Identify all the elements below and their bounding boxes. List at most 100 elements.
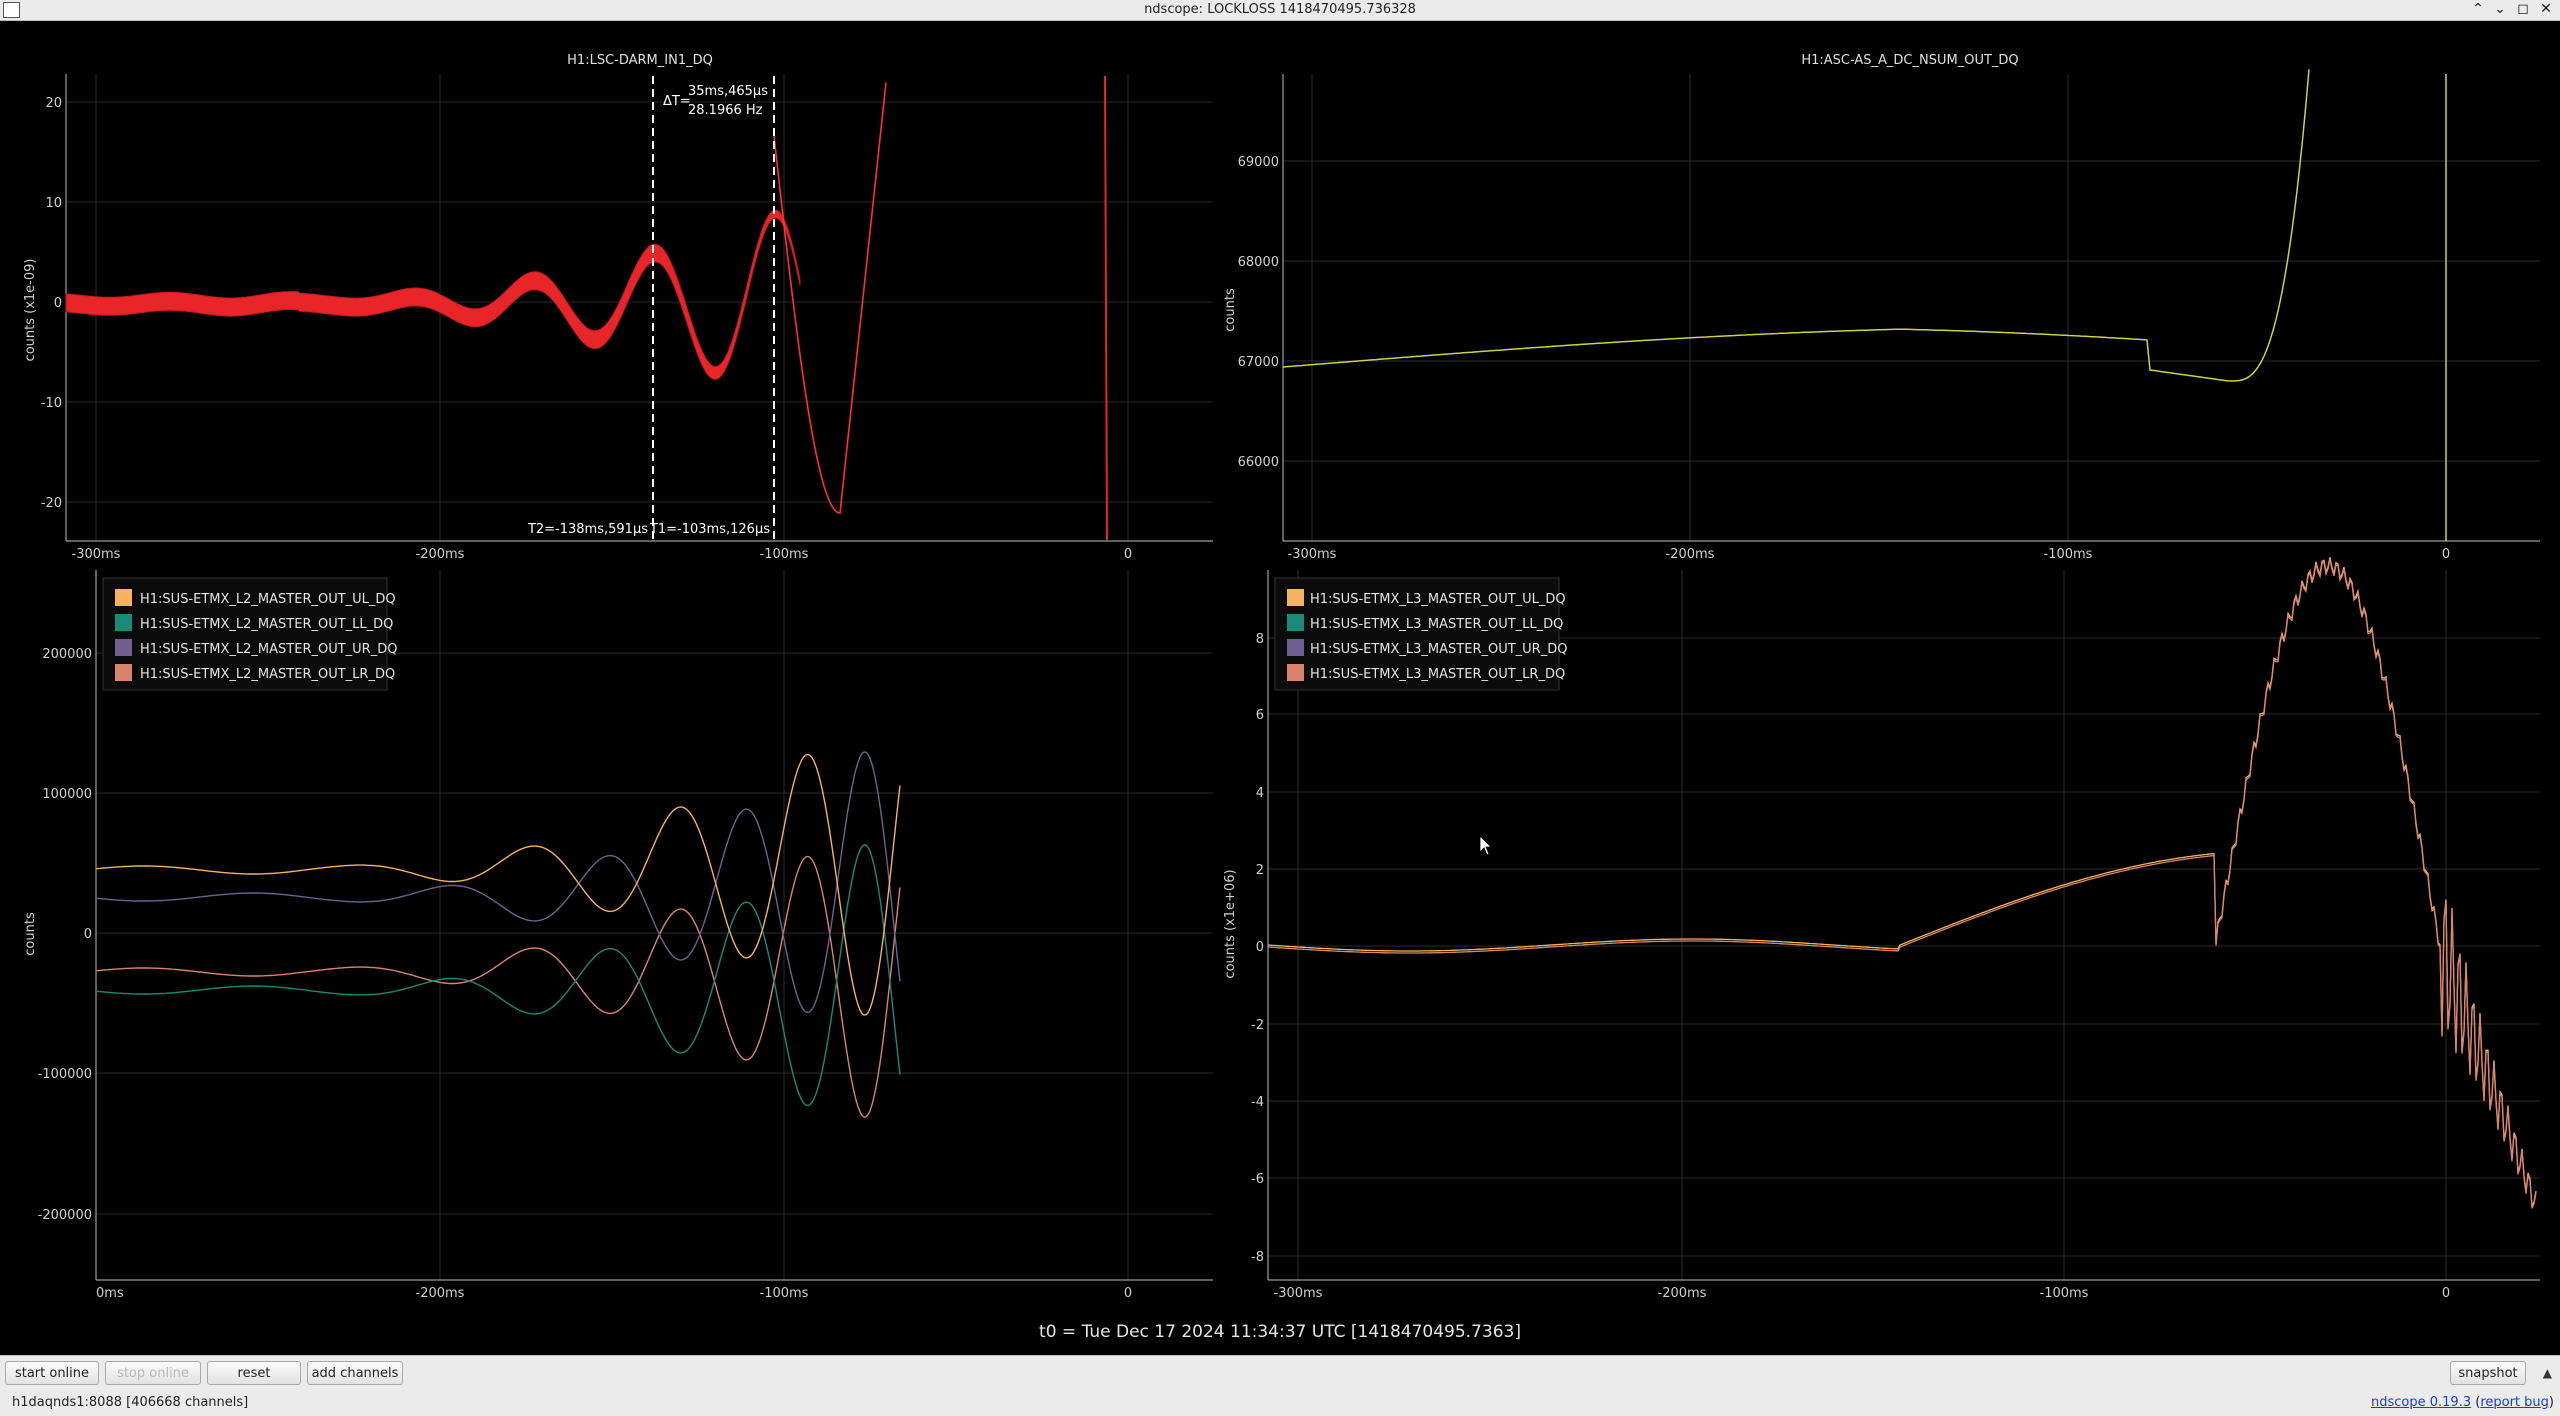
- l2-legend-swatch-ul: [115, 589, 132, 606]
- control-bar: start online stop online reset add chann…: [0, 1355, 2560, 1416]
- l2-x-tick: -100ms: [760, 1286, 809, 1301]
- l2-x-tick: 0: [1124, 1286, 1132, 1301]
- darm-x-tick: -100ms: [760, 547, 809, 562]
- l3-y-tick: 2: [1256, 863, 1264, 878]
- darm-plot-title: H1:LSC-DARM_IN1_DQ: [567, 53, 713, 68]
- darm-y-tick: -20: [41, 496, 62, 511]
- l2-y-tick: 0: [84, 927, 92, 942]
- l3-x-tick: -100ms: [2040, 1286, 2089, 1301]
- l2-y-tick: 200000: [42, 647, 92, 662]
- start-online-button[interactable]: start online: [5, 1361, 99, 1385]
- asc-x-tick: -300ms: [1288, 547, 1337, 562]
- cursor-t1-label: T1=-103ms,126μs: [649, 522, 770, 537]
- l3-legend-swatch-ul: [1287, 589, 1304, 606]
- l3-legend-swatch-lr: [1287, 664, 1304, 681]
- reset-button[interactable]: reset: [207, 1361, 301, 1385]
- l3-legend-item: H1:SUS-ETMX_L3_MASTER_OUT_UL_DQ: [1310, 592, 1566, 607]
- l3-y-tick: -4: [1251, 1095, 1264, 1110]
- l3-legend-swatch-ll: [1287, 614, 1304, 631]
- l3-y-tick: 4: [1256, 786, 1264, 801]
- l2-x-tick: 0ms: [96, 1286, 124, 1301]
- asc-x-tick: -200ms: [1666, 547, 1715, 562]
- l2-trace-ul: [95, 753, 901, 1016]
- asc-x-tick: 0: [2442, 547, 2450, 562]
- report-suffix: ): [2548, 1395, 2554, 1410]
- l3-x-tick: -300ms: [1274, 1286, 1323, 1301]
- l2-y-tick: -200000: [38, 1208, 92, 1223]
- maximize-icon[interactable]: ⌄: [2490, 1, 2510, 17]
- l2-legend-swatch-ll: [115, 614, 132, 631]
- server-address: h1daqnds1:8088: [12, 1395, 122, 1410]
- l2-legend-item: H1:SUS-ETMX_L2_MASTER_OUT_LL_DQ: [140, 617, 393, 632]
- plot-canvas[interactable]: H1:LSC-DARM_IN1_DQ counts (x1e-09) 20 10…: [0, 21, 2560, 1321]
- l2-x-tick: -200ms: [416, 1286, 465, 1301]
- l3-plot[interactable]: counts (x1e+06) 8 6 4 2 0 -2 -4 -6 -8 -3…: [1223, 557, 2540, 1301]
- cursor-delta-time: 35ms,465μs: [688, 84, 768, 99]
- l3-y-label: counts (x1e+06): [1223, 869, 1238, 978]
- darm-y-tick: 0: [54, 296, 62, 311]
- minimize-icon[interactable]: ⌃: [2468, 1, 2488, 17]
- report-bug-link[interactable]: report bug: [2480, 1395, 2549, 1410]
- asc-trace: [1282, 69, 2310, 382]
- l2-y-tick: 100000: [42, 787, 92, 802]
- asc-y-label: counts: [1223, 288, 1238, 332]
- restore-icon[interactable]: ◻: [2513, 1, 2533, 17]
- window-title: ndscope: LOCKLOSS 1418470495.736328: [1144, 2, 1416, 17]
- darm-x-tick: -300ms: [72, 547, 121, 562]
- l3-y-tick: 0: [1256, 940, 1264, 955]
- channel-count: [406668 channels]: [126, 1395, 249, 1410]
- collapse-arrow-icon[interactable]: ▲: [2543, 1366, 2552, 1380]
- window-titlebar: ndscope: LOCKLOSS 1418470495.736328 ⌃ ⌄ …: [0, 0, 2560, 21]
- l3-y-tick: -2: [1251, 1018, 1264, 1033]
- asc-y-tick: 69000: [1238, 155, 1279, 170]
- cursor-delta-freq: 28.1966 Hz: [688, 103, 763, 118]
- snapshot-button[interactable]: snapshot: [2450, 1361, 2526, 1385]
- asc-plot-title: H1:ASC-AS_A_DC_NSUM_OUT_DQ: [1801, 53, 2018, 68]
- l2-legend-swatch-ur: [115, 639, 132, 656]
- asc-y-tick: 68000: [1238, 255, 1279, 270]
- l3-legend-item: H1:SUS-ETMX_L3_MASTER_OUT_UR_DQ: [1310, 642, 1567, 657]
- l2-legend: H1:SUS-ETMX_L2_MASTER_OUT_UL_DQ H1:SUS-E…: [102, 577, 397, 691]
- l2-y-tick: -100000: [38, 1067, 92, 1082]
- server-status: h1daqnds1:8088 [406668 channels]: [12, 1395, 248, 1410]
- cursor-delta-label: ΔT=: [663, 94, 691, 109]
- version-info: ndscope 0.19.3 (report bug): [2371, 1395, 2554, 1410]
- mouse-cursor-icon: [1479, 835, 1492, 856]
- darm-trace-spike: [1104, 75, 1108, 541]
- l2-y-label: counts: [23, 912, 38, 956]
- darm-trace: [773, 82, 887, 514]
- l3-x-tick: 0: [2442, 1286, 2450, 1301]
- stop-online-button[interactable]: stop online: [105, 1361, 201, 1385]
- asc-plot[interactable]: H1:ASC-AS_A_DC_NSUM_OUT_DQ counts 69000 …: [1223, 53, 2540, 562]
- l3-x-tick: -200ms: [1658, 1286, 1707, 1301]
- t0-label: t0 = Tue Dec 17 2024 11:34:37 UTC [14184…: [1039, 1322, 1521, 1342]
- l3-y-tick: -6: [1251, 1172, 1264, 1187]
- l3-legend: H1:SUS-ETMX_L3_MASTER_OUT_UL_DQ H1:SUS-E…: [1274, 577, 1567, 691]
- l3-legend-item: H1:SUS-ETMX_L3_MASTER_OUT_LR_DQ: [1310, 667, 1565, 682]
- l2-legend-item: H1:SUS-ETMX_L2_MASTER_OUT_UL_DQ: [140, 592, 396, 607]
- l2-plot[interactable]: counts 200000 100000 0 -100000 -200000 0…: [23, 570, 1213, 1301]
- l3-y-tick: -8: [1251, 1250, 1264, 1265]
- asc-x-tick: -100ms: [2044, 547, 2093, 562]
- l2-trace-ll: [95, 844, 901, 1107]
- add-channels-button[interactable]: add channels: [307, 1361, 403, 1385]
- darm-y-label: counts (x1e-09): [23, 259, 38, 362]
- darm-x-tick: 0: [1124, 547, 1132, 562]
- asc-y-tick: 66000: [1238, 455, 1279, 470]
- asc-grid: [1283, 74, 2540, 541]
- l3-legend-item: H1:SUS-ETMX_L3_MASTER_OUT_LL_DQ: [1310, 617, 1563, 632]
- asc-y-tick: 67000: [1238, 355, 1279, 370]
- close-icon[interactable]: ✕: [2536, 1, 2556, 17]
- cursor-t2-label: T2=-138ms,591μs: [527, 522, 648, 537]
- darm-trace-envelope: [65, 209, 801, 380]
- darm-plot[interactable]: H1:LSC-DARM_IN1_DQ counts (x1e-09) 20 10…: [23, 53, 1213, 562]
- l3-y-tick: 6: [1256, 708, 1264, 723]
- version-link[interactable]: ndscope 0.19.3: [2371, 1395, 2471, 1410]
- l3-y-tick: 8: [1256, 632, 1264, 647]
- darm-y-tick: 10: [45, 196, 62, 211]
- darm-y-tick: -10: [41, 396, 62, 411]
- darm-y-tick: 20: [45, 96, 62, 111]
- l2-legend-item: H1:SUS-ETMX_L2_MASTER_OUT_LR_DQ: [140, 667, 395, 682]
- l3-legend-swatch-ur: [1287, 639, 1304, 656]
- l2-legend-item: H1:SUS-ETMX_L2_MASTER_OUT_UR_DQ: [140, 642, 397, 657]
